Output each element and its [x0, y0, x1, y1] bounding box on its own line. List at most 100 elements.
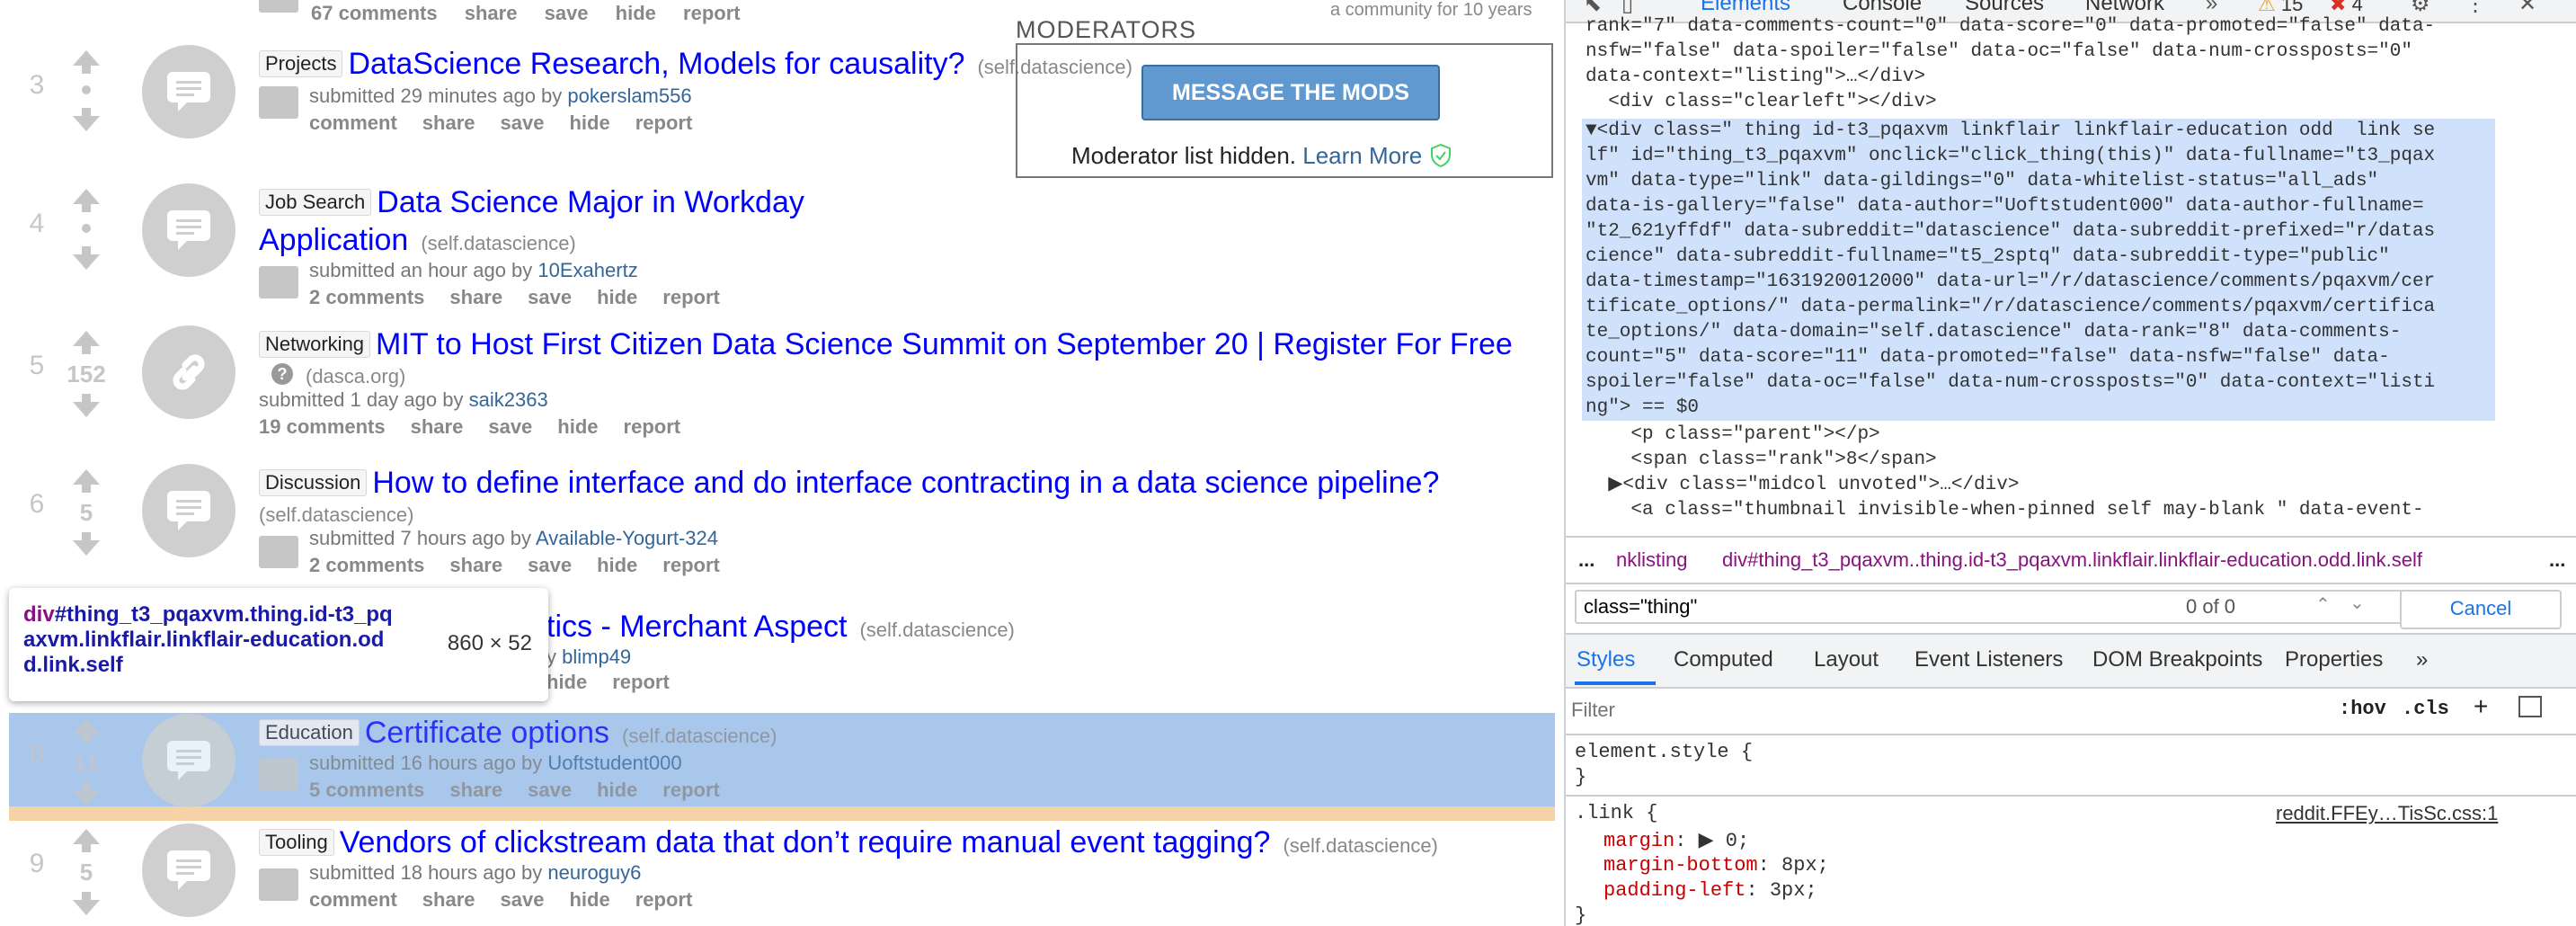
downvote-arrow-icon[interactable] [73, 532, 100, 556]
breadcrumb-current[interactable]: div#thing_t3_pqaxvm..thing.id-t3_pqaxvm.… [1722, 538, 2422, 583]
expando-icon[interactable] [259, 868, 298, 901]
hide-button[interactable]: hide [597, 554, 637, 576]
post-title[interactable]: Certificate options [365, 716, 609, 750]
share-button[interactable]: share [465, 2, 518, 24]
dom-line[interactable]: ▶<div class="midcol unvoted">…</div> [1586, 473, 2019, 498]
share-button[interactable]: share [449, 779, 502, 801]
link-thumbnail-icon[interactable] [142, 325, 235, 419]
expando-icon[interactable] [259, 86, 298, 119]
tab-layout[interactable]: Layout [1814, 647, 1879, 672]
save-button[interactable]: save [501, 888, 545, 911]
upvote-arrow-icon[interactable] [73, 469, 100, 493]
tab-computed[interactable]: Computed [1674, 647, 1773, 672]
post-domain[interactable]: (self.datascience) [259, 503, 1535, 527]
dom-line[interactable]: rank="7" data-comments-count="0" data-sc… [1586, 14, 2435, 40]
property-value[interactable]: : 8px; [1758, 854, 1829, 877]
property-name[interactable]: margin-bottom [1603, 854, 1758, 877]
dom-line-selected[interactable]: vm" data-type="link" data-gildings="0" d… [1586, 169, 2378, 194]
dom-line-selected[interactable]: cience" data-subreddit-fullname="t5_2spt… [1586, 245, 2390, 270]
expando-icon[interactable] [259, 759, 298, 791]
style-property-line[interactable]: margin: ▶ 0; [1603, 829, 1749, 852]
dom-line[interactable]: <div class="clearleft"></div> [1586, 90, 1936, 115]
save-button[interactable]: save [528, 286, 572, 308]
tab-styles[interactable]: Styles [1577, 647, 1635, 672]
style-property-line[interactable]: margin-bottom: 8px; [1603, 854, 1829, 877]
hide-button[interactable]: hide [546, 671, 587, 693]
comment-link[interactable]: comment [309, 888, 397, 911]
post-author[interactable]: Uoftstudent000 [547, 752, 681, 774]
cls-toggle[interactable]: .cls [2402, 698, 2449, 720]
search-cancel-button[interactable]: Cancel [2400, 590, 2562, 629]
post-author[interactable]: neuroguy6 [547, 861, 641, 884]
post-title[interactable]: How to define interface and do interface… [372, 466, 1439, 500]
post-title[interactable]: DataScience Research, Models for causali… [348, 47, 964, 81]
element-style-open[interactable]: element.style { [1575, 741, 1753, 763]
expando-icon[interactable] [259, 536, 298, 568]
breadcrumb-prev[interactable]: nklisting [1616, 538, 1687, 583]
hide-button[interactable]: hide [616, 2, 656, 24]
tab-event-listeners[interactable]: Event Listeners [1914, 647, 2063, 672]
upvote-arrow-icon[interactable] [73, 331, 100, 354]
breadcrumb-overflow[interactable]: ... [1578, 538, 1594, 583]
post-author[interactable]: 10Exahertz [537, 259, 637, 281]
hov-toggle[interactable]: :hov [2339, 698, 2386, 720]
learn-more-link[interactable]: Learn More [1302, 142, 1422, 169]
property-name[interactable]: padding-left [1603, 879, 1745, 902]
dom-line-selected[interactable]: ▼<div class=" thing id-t3_pqaxvm linkfla… [1586, 119, 2435, 144]
self-post-thumbnail-icon[interactable] [142, 183, 235, 277]
downvote-arrow-icon[interactable] [73, 246, 100, 270]
self-post-thumbnail-icon[interactable] [142, 464, 235, 557]
save-button[interactable]: save [545, 2, 589, 24]
save-button[interactable]: save [528, 554, 572, 576]
search-prev-icon[interactable]: ⌃ [2315, 593, 2331, 616]
post-domain[interactable]: (self.datascience) [1283, 834, 1437, 857]
report-button[interactable]: report [612, 671, 670, 693]
hide-button[interactable]: hide [557, 415, 598, 438]
style-property-line[interactable]: padding-left: 3px; [1603, 879, 1817, 902]
post-title[interactable]: MIT to Host First Citizen Data Science S… [376, 327, 1513, 361]
hide-button[interactable]: hide [569, 888, 609, 911]
dom-line[interactable]: nsfw="false" data-spoiler="false" data-o… [1586, 40, 2412, 65]
report-button[interactable]: report [624, 415, 681, 438]
property-name[interactable]: margin [1603, 830, 1674, 852]
upvote-arrow-icon[interactable] [73, 719, 100, 743]
dom-line-selected[interactable]: lf" id="thing_t3_pqaxvm" onclick="click_… [1586, 144, 2435, 169]
dom-line-selected[interactable]: data-timestamp="1631920012000" data-url=… [1586, 270, 2435, 295]
property-value[interactable]: : ▶ 0; [1674, 830, 1749, 852]
dom-line-selected[interactable]: ng"> == $0 [1586, 396, 1699, 421]
self-post-thumbnail-icon[interactable] [142, 714, 235, 807]
post-domain[interactable]: (self.datascience) [622, 725, 777, 747]
report-button[interactable]: report [662, 554, 720, 576]
post-author[interactable]: saik2363 [469, 388, 548, 411]
share-button[interactable]: share [422, 111, 475, 134]
self-post-thumbnail-icon[interactable] [142, 45, 235, 138]
hide-button[interactable]: hide [569, 111, 609, 134]
report-button[interactable]: report [635, 888, 693, 911]
link-rule-selector[interactable]: .link { [1575, 802, 1657, 824]
post-title[interactable]: Vendors of clickstream data that don’t r… [340, 825, 1271, 859]
dom-line[interactable]: <span class="rank">8</span> [1586, 448, 1936, 473]
styles-filter-input[interactable] [1569, 694, 2274, 726]
tab-dom-breakpoints[interactable]: DOM Breakpoints [2092, 647, 2262, 672]
share-button[interactable]: share [422, 888, 475, 911]
breadcrumb-more[interactable]: ... [2549, 538, 2565, 583]
comments-link[interactable]: 67 comments [311, 2, 438, 24]
downvote-arrow-icon[interactable] [73, 108, 100, 131]
self-post-thumbnail-icon[interactable] [142, 824, 235, 917]
hide-button[interactable]: hide [597, 779, 637, 801]
dom-line-selected[interactable]: count="5" data-score="11" data-promoted=… [1586, 345, 2390, 370]
dom-search-input[interactable] [1575, 590, 2411, 624]
save-button[interactable]: save [488, 415, 532, 438]
comments-link[interactable]: 19 comments [259, 415, 386, 438]
report-button[interactable]: report [683, 2, 741, 24]
downvote-arrow-icon[interactable] [73, 892, 100, 915]
message-mods-button[interactable]: MESSAGE THE MODS [1141, 65, 1440, 120]
dom-line-selected[interactable]: data-is-gallery="false" data-author="Uof… [1586, 194, 2424, 219]
toggle-sidebar-icon[interactable] [2518, 696, 2542, 717]
share-button[interactable]: share [411, 415, 464, 438]
dom-line[interactable]: <a class="thumbnail invisible-when-pinne… [1586, 498, 2423, 523]
report-button[interactable]: report [635, 111, 693, 134]
rule-source-link[interactable]: reddit.FFEy…TisSc.css:1 [2276, 802, 2498, 825]
post-author[interactable]: Available-Yogurt-324 [536, 527, 718, 549]
hide-button[interactable]: hide [597, 286, 637, 308]
